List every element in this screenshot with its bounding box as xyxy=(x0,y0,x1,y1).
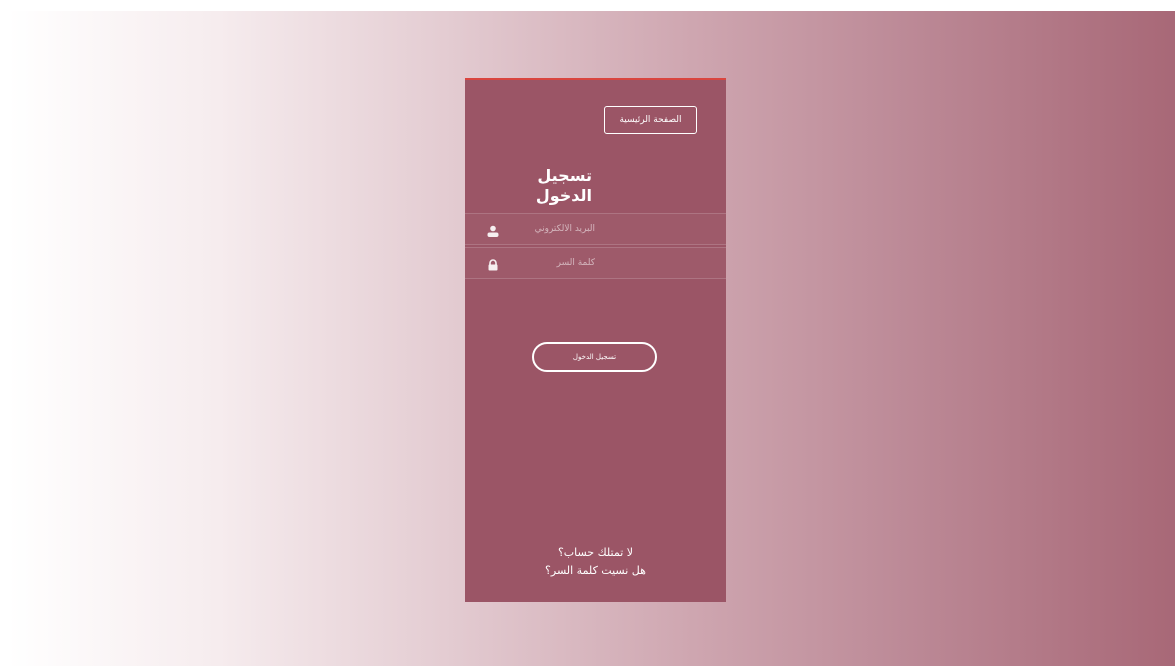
home-button[interactable]: الصفحة الرئيسية xyxy=(604,106,697,134)
forgot-password-link[interactable]: هل نسيت كلمة السر؟ xyxy=(465,563,726,578)
email-field xyxy=(465,213,726,245)
login-card: الصفحة الرئيسية تسجيل الدخول تسجيل الدخو… xyxy=(465,78,726,602)
password-input[interactable] xyxy=(475,248,595,278)
login-button[interactable]: تسجيل الدخول xyxy=(532,342,657,372)
email-input[interactable] xyxy=(475,214,595,244)
password-field xyxy=(465,247,726,279)
signup-link[interactable]: لا تمتلك حساب؟ xyxy=(465,545,726,560)
page-title: تسجيل الدخول xyxy=(535,166,592,205)
